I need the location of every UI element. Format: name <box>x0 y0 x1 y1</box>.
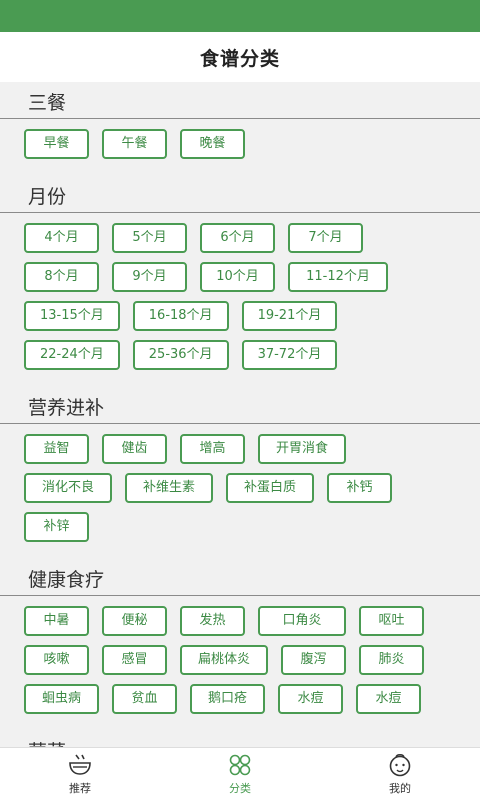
section-title: 月份 <box>28 186 67 208</box>
section-months: 月份 4个月 5个月 6个月 7个月 8个月 9个月 10个月 11-12个月 … <box>0 176 480 387</box>
tag-button[interactable]: 肺炎 <box>359 645 424 675</box>
tag-button[interactable]: 呕吐 <box>359 606 424 636</box>
tag-button[interactable]: 19-21个月 <box>241 301 338 331</box>
tag-button[interactable]: 22-24个月 <box>24 340 120 370</box>
tag-button[interactable]: 口角炎 <box>258 606 346 636</box>
tag-button[interactable]: 7个月 <box>288 223 363 253</box>
tag-button[interactable]: 腹泻 <box>281 645 346 675</box>
tag-button[interactable]: 水痘 <box>356 684 421 714</box>
section-title: 健康食疗 <box>28 569 105 591</box>
section-meat: 荤菜 <box>0 731 480 748</box>
tag-button[interactable]: 补钙 <box>327 473 392 503</box>
tag-button[interactable]: 扁桃体炎 <box>180 645 268 675</box>
tag-button[interactable]: 13-15个月 <box>24 301 120 331</box>
tag-button[interactable]: 8个月 <box>24 262 99 292</box>
tag-button[interactable]: 37-72个月 <box>241 340 338 370</box>
tag-group: 中暑 便秘 发热 口角炎 呕吐 咳嗽 感冒 扁桃体炎 腹泻 肺炎 蛔虫病 贫血 … <box>0 596 480 731</box>
section-title: 营养进补 <box>28 397 105 419</box>
tag-button[interactable]: 9个月 <box>112 262 187 292</box>
nav-label: 推荐 <box>69 782 91 795</box>
tag-button[interactable]: 感冒 <box>102 645 167 675</box>
nav-category[interactable]: 分类 <box>160 748 320 800</box>
baby-face-icon <box>389 754 411 777</box>
page-title: 食谱分类 <box>199 47 280 70</box>
tag-button[interactable]: 益智 <box>24 434 89 464</box>
section-title: 荤菜 <box>0 731 480 748</box>
section-meals: 三餐 早餐 午餐 晚餐 <box>0 82 480 176</box>
tag-button[interactable]: 中暑 <box>24 606 89 636</box>
tag-button[interactable]: 贫血 <box>112 684 177 714</box>
tag-button[interactable]: 鹅口疮 <box>190 684 265 714</box>
status-bar <box>0 0 480 32</box>
tag-button[interactable]: 蛔虫病 <box>24 684 99 714</box>
nav-label: 我的 <box>389 782 411 795</box>
tag-button[interactable]: 补锌 <box>24 512 89 542</box>
nav-label: 分类 <box>229 782 251 795</box>
tag-button[interactable]: 6个月 <box>200 223 275 253</box>
tag-button[interactable]: 11-12个月 <box>288 262 388 292</box>
tag-button[interactable]: 咳嗽 <box>24 645 89 675</box>
section-health: 健康食疗 中暑 便秘 发热 口角炎 呕吐 咳嗽 感冒 扁桃体炎 腹泻 肺炎 蛔虫… <box>0 559 480 731</box>
nav-mine[interactable]: 我的 <box>320 748 480 800</box>
tag-button[interactable]: 便秘 <box>102 606 167 636</box>
tag-button[interactable]: 消化不良 <box>24 473 112 503</box>
category-list[interactable]: 三餐 早餐 午餐 晚餐 月份 4个月 5个月 6个月 7个月 8个月 9个月 1… <box>0 82 480 748</box>
tag-button[interactable]: 25-36个月 <box>132 340 229 370</box>
tag-button[interactable]: 增高 <box>180 434 245 464</box>
nav-recommend[interactable]: 推荐 <box>0 748 160 800</box>
tag-group: 4个月 5个月 6个月 7个月 8个月 9个月 10个月 11-12个月 13-… <box>0 213 480 387</box>
tag-button[interactable]: 水痘 <box>278 684 343 714</box>
top-bar: 食谱分类 <box>0 32 480 82</box>
tag-button[interactable]: 开胃消食 <box>258 434 346 464</box>
tag-button[interactable]: 补维生素 <box>125 473 213 503</box>
tag-group: 早餐 午餐 晚餐 <box>0 119 480 176</box>
tag-button[interactable]: 健齿 <box>102 434 167 464</box>
section-title: 三餐 <box>28 92 67 114</box>
section-nutrition: 营养进补 益智 健齿 增高 开胃消食 消化不良 补维生素 补蛋白质 补钙 补锌 <box>0 387 480 559</box>
tag-group: 益智 健齿 增高 开胃消食 消化不良 补维生素 补蛋白质 补钙 补锌 <box>0 424 480 559</box>
tag-button[interactable]: 晚餐 <box>180 129 245 159</box>
tag-button[interactable]: 午餐 <box>102 129 167 159</box>
bottom-nav: 推荐 分类 我的 <box>0 747 480 800</box>
tag-button[interactable]: 4个月 <box>24 223 99 253</box>
tag-button[interactable]: 补蛋白质 <box>226 473 314 503</box>
bowl-icon <box>69 754 91 775</box>
tag-button[interactable]: 5个月 <box>112 223 187 253</box>
tag-button[interactable]: 10个月 <box>200 262 275 292</box>
tag-button[interactable]: 早餐 <box>24 129 89 159</box>
tag-button[interactable]: 16-18个月 <box>132 301 229 331</box>
grid-icon <box>229 754 251 776</box>
tag-button[interactable]: 发热 <box>180 606 245 636</box>
